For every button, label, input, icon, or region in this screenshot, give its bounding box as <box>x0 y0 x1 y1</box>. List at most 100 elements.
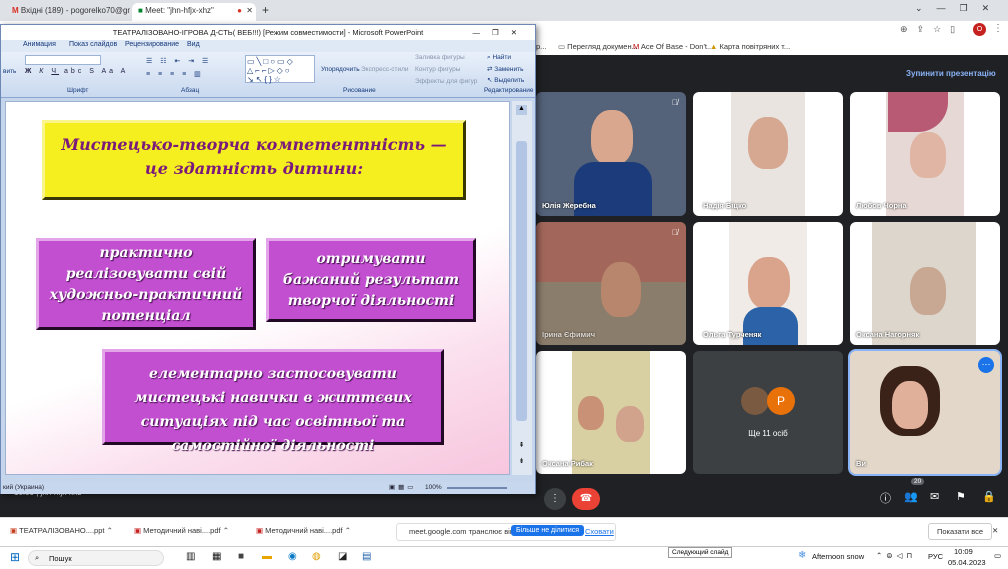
close-icon[interactable]: ✕ <box>246 6 253 15</box>
windows-start-icon[interactable]: ⊞ <box>10 550 20 564</box>
tab-slideshow[interactable]: Показ слайдов <box>69 41 117 48</box>
self-tile[interactable]: ⋯ Ви <box>848 349 1002 476</box>
zoom-slider[interactable] <box>447 487 507 489</box>
shape-fill-button[interactable]: Заливка фигуры <box>415 54 465 61</box>
minimize-icon[interactable]: — <box>937 3 960 13</box>
widgets-icon[interactable]: ▦ <box>212 551 221 562</box>
notification-icon[interactable]: ▭ <box>994 551 1001 560</box>
powerpoint-window[interactable]: ТЕАТРАЛІЗОВАНО-ІГРОВА Д-СТЬ( ВЕБ!!!) [Ре… <box>0 24 536 494</box>
edge-icon[interactable]: ◉ <box>288 551 297 562</box>
task-view-icon[interactable]: ▥ <box>186 551 195 562</box>
show-all-button[interactable]: Показати все <box>928 523 993 540</box>
content-box-1[interactable]: практично реалізовувати свій художньо-пр… <box>36 238 256 330</box>
tray-icons[interactable]: ⌃⊜◁⊓ <box>876 551 916 560</box>
clock-date[interactable]: 05.04.2023 <box>948 558 986 567</box>
restore-icon[interactable]: ❐ <box>960 3 982 13</box>
tab-animation[interactable]: Анимация <box>23 41 56 48</box>
scroll-thumb[interactable] <box>516 141 527 421</box>
replace-button[interactable]: ⇄ Заменить <box>487 65 523 73</box>
info-icon[interactable]: ⓘ <box>880 490 891 506</box>
install-icon[interactable]: ⊕ <box>900 24 917 34</box>
window-controls[interactable]: ⌄—❐✕ <box>915 3 1003 14</box>
chrome-icon[interactable]: ◍ <box>312 551 321 562</box>
clock-time[interactable]: 10:09 <box>954 547 973 556</box>
participant-tile[interactable]: 🎙̸ Оксана Рибак <box>536 351 686 474</box>
participant-name: Ірина Єфимич <box>542 330 596 339</box>
download-item[interactable]: ▣ Методичний наві....pdf ⌃ <box>256 526 351 535</box>
participant-tile[interactable]: 🎙̸ Оксана Нагорняк <box>850 222 1000 345</box>
share-icon[interactable]: ⇪ <box>917 24 934 34</box>
more-options-icon[interactable]: ⋯ <box>978 357 994 373</box>
app-icon[interactable]: ◪ <box>338 551 347 562</box>
slide-title-box[interactable]: Мистецько-творча компетентність — це зда… <box>42 120 466 200</box>
tab-gmail[interactable]: M Вхідні (189) - pogorelko70@gm... <box>6 3 130 21</box>
align-buttons[interactable]: ≡ ≡ ≡ ≡ ▥ <box>146 70 204 78</box>
vertical-scrollbar[interactable]: ▲ ⇞ ⇟ <box>512 101 532 475</box>
toolbar-icons[interactable]: ⊕⇪☆▯ <box>900 24 964 35</box>
lock-icon[interactable]: 🔒 <box>982 490 996 503</box>
activities-icon[interactable]: ⚑ <box>956 490 966 503</box>
taskbar-search[interactable]: ⌕ Пошук <box>28 550 164 566</box>
next-slide-icon[interactable]: ⇟ <box>516 457 527 467</box>
avatar[interactable]: O <box>973 23 986 36</box>
prev-slide-icon[interactable]: ⇞ <box>516 441 527 451</box>
select-button[interactable]: ↖ Выделить <box>487 76 524 84</box>
participant-tile[interactable]: 🎙̸ Надія Біцко <box>693 92 843 216</box>
ribbon: вить Ж К Ч abc S Aa A Шрифт ☰ ☷ ⇤ ⇥ ☰ ≡ … <box>1 52 535 98</box>
camera-icon[interactable]: ■ <box>238 551 244 562</box>
participant-face <box>910 132 946 178</box>
bookmark-item[interactable]: ▭ Перегляд докумен... <box>558 42 638 51</box>
view-buttons[interactable]: ▣▦▭ <box>389 483 416 491</box>
download-item[interactable]: ▣ Методичний наві....pdf ⌃ <box>134 526 229 535</box>
content-box-3[interactable]: елементарно застосовувати мистецькі нави… <box>102 349 444 454</box>
more-options-button[interactable]: ⋮ <box>544 488 566 510</box>
star-icon[interactable]: ☆ <box>933 24 950 34</box>
chat-icon[interactable]: ✉ <box>930 490 939 503</box>
quick-styles-button[interactable]: Экспресс-стили <box>361 66 409 73</box>
window-controls[interactable]: —❐✕ <box>472 25 529 40</box>
font-name-input[interactable] <box>25 55 101 65</box>
bookmark-item[interactable]: M Ace Of Base - Don't... <box>633 42 713 51</box>
explorer-icon[interactable]: ▬ <box>262 551 272 562</box>
language-indicator[interactable]: РУС <box>928 552 943 561</box>
chevron-up-icon[interactable]: ⌃ <box>107 526 113 535</box>
more-vert-icon[interactable]: ⋮ <box>993 23 1003 34</box>
stop-presenting-button[interactable]: Зупинити презентацію <box>906 69 996 78</box>
participant-tile[interactable]: 🎙̸ Ольга Турченяк <box>693 222 843 345</box>
scroll-up-icon[interactable]: ▲ <box>516 105 527 115</box>
slide-canvas[interactable]: Мистецько-творча компетентність — це зда… <box>5 101 510 475</box>
stop-sharing-button[interactable]: Більше не ділитися <box>511 525 585 536</box>
participant-tile[interactable]: 🎙̸ Любов Чорна <box>850 92 1000 216</box>
find-button[interactable]: ⌕ Найти <box>487 54 511 62</box>
bookmark-item[interactable]: ▲ Карта повітряних т... <box>710 42 790 51</box>
tab-meet[interactable]: ■ Meet: "jhn-hfjx-xhz" ● ✕ <box>132 3 256 21</box>
people-icon[interactable]: 👥 <box>904 490 918 503</box>
shapes-gallery[interactable]: ▭╲□○▭◇ △⌐⌐▷◇○ ↘↖{}☆ <box>245 55 315 84</box>
chevron-up-icon[interactable]: ⌃ <box>223 526 229 535</box>
shape-outline-button[interactable]: Контур фигуры <box>415 66 460 73</box>
weather-text[interactable]: Afternoon snow <box>812 552 864 561</box>
hide-button[interactable]: Сховати <box>585 527 614 536</box>
close-window-icon[interactable]: ✕ <box>982 3 1004 13</box>
more-participants-tile[interactable]: P Ще 11 осіб <box>693 351 843 474</box>
paragraph-buttons[interactable]: ☰ ☷ ⇤ ⇥ ☰ <box>146 57 211 65</box>
bookmark-item[interactable]: р... <box>536 42 546 51</box>
sidebar-icon[interactable]: ▯ <box>950 24 964 34</box>
content-box-2[interactable]: отримувати бажаний результат творчої дія… <box>266 238 476 322</box>
tab-search-icon[interactable]: ⌄ <box>915 3 937 13</box>
participant-tile[interactable]: 🎙̸ Ірина Єфимич <box>536 222 686 345</box>
chevron-up-icon[interactable]: ⌃ <box>345 526 351 535</box>
close-icon[interactable]: ✕ <box>992 526 998 535</box>
shape-effects-button[interactable]: Эффекты для фигур <box>415 78 477 85</box>
font-format-buttons[interactable]: Ж К Ч abc S Aa A <box>25 68 128 75</box>
download-label: Методичний наві....pdf <box>265 526 343 535</box>
participant-tile[interactable]: 🎙̸ Юлія Жеребна <box>536 92 686 216</box>
tab-review[interactable]: Рецензирование <box>125 41 179 48</box>
arrange-button[interactable]: Упорядочить <box>321 66 360 73</box>
leave-call-button[interactable]: ☎ <box>572 488 600 510</box>
tab-view[interactable]: Вид <box>187 41 200 48</box>
word-icon[interactable]: ▤ <box>362 551 371 562</box>
new-tab-button[interactable]: + <box>262 3 269 17</box>
download-item[interactable]: ▣ ТЕАТРАЛІЗОВАНО....ppt ⌃ <box>10 526 113 535</box>
participant-name: Ще 11 осіб <box>748 429 788 438</box>
